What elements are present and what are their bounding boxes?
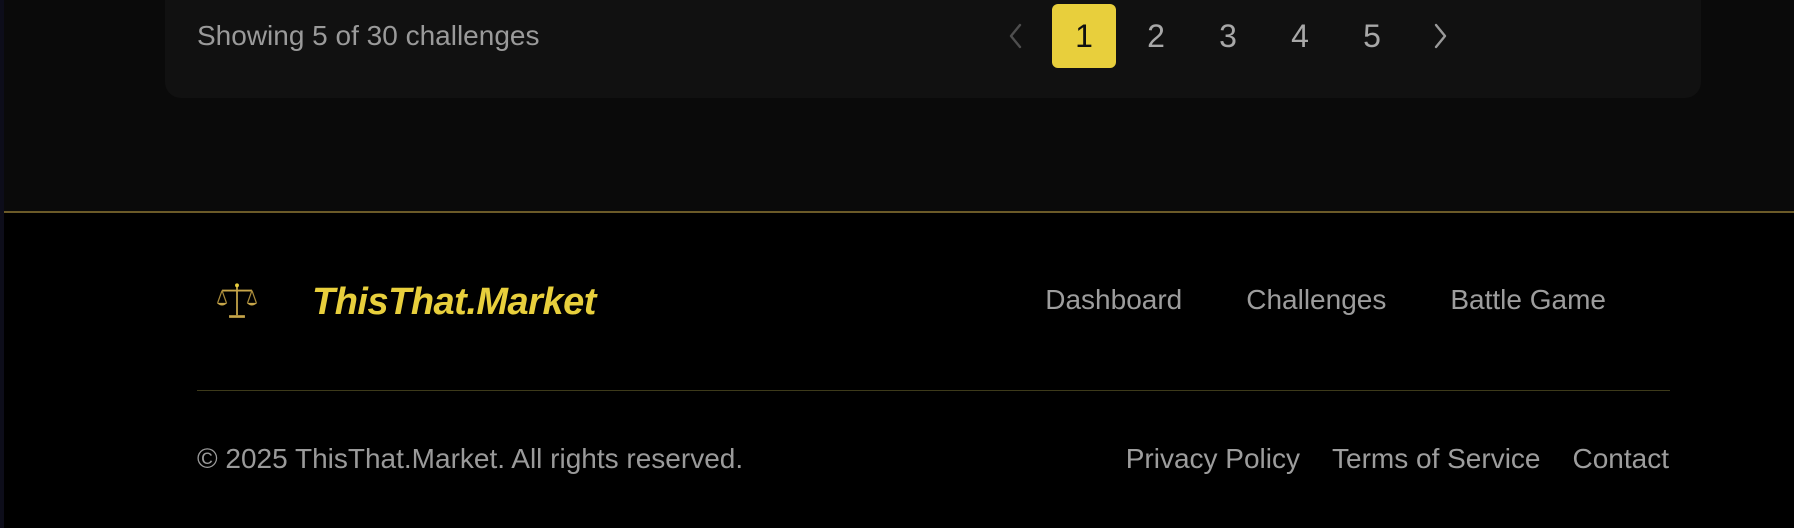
page-1-button[interactable]: 1: [1052, 4, 1116, 68]
footer-link-dashboard[interactable]: Dashboard: [1045, 284, 1182, 316]
chevron-right-icon[interactable]: [1408, 4, 1472, 68]
page-2-button[interactable]: 2: [1124, 4, 1188, 68]
legal-links: Privacy Policy Terms of Service Contact: [1126, 443, 1669, 475]
terms-of-service-link[interactable]: Terms of Service: [1332, 443, 1541, 475]
page: Showing 5 of 30 challenges 1 2 3 4 5 Thi…: [0, 0, 1794, 528]
contact-link[interactable]: Contact: [1573, 443, 1670, 475]
page-4-button[interactable]: 4: [1268, 4, 1332, 68]
pagination: 1 2 3 4 5: [984, 4, 1472, 68]
chevron-left-icon[interactable]: [984, 4, 1048, 68]
scales-icon: [212, 277, 262, 327]
results-summary: Showing 5 of 30 challenges: [197, 20, 540, 51]
privacy-policy-link[interactable]: Privacy Policy: [1126, 443, 1300, 475]
footer-link-battle-game[interactable]: Battle Game: [1450, 284, 1606, 316]
copyright-text: © 2025 ThisThat.Market. All rights reser…: [197, 443, 744, 474]
brand-name: ThisThat.Market: [312, 280, 596, 323]
footer-divider: [197, 390, 1670, 391]
page-5-button[interactable]: 5: [1340, 4, 1404, 68]
footer-link-challenges[interactable]: Challenges: [1246, 284, 1386, 316]
page-3-button[interactable]: 3: [1196, 4, 1260, 68]
footer-brand[interactable]: ThisThat.Market: [212, 277, 596, 327]
footer-nav: Dashboard Challenges Battle Game: [1045, 284, 1606, 316]
site-footer: [4, 211, 1794, 528]
